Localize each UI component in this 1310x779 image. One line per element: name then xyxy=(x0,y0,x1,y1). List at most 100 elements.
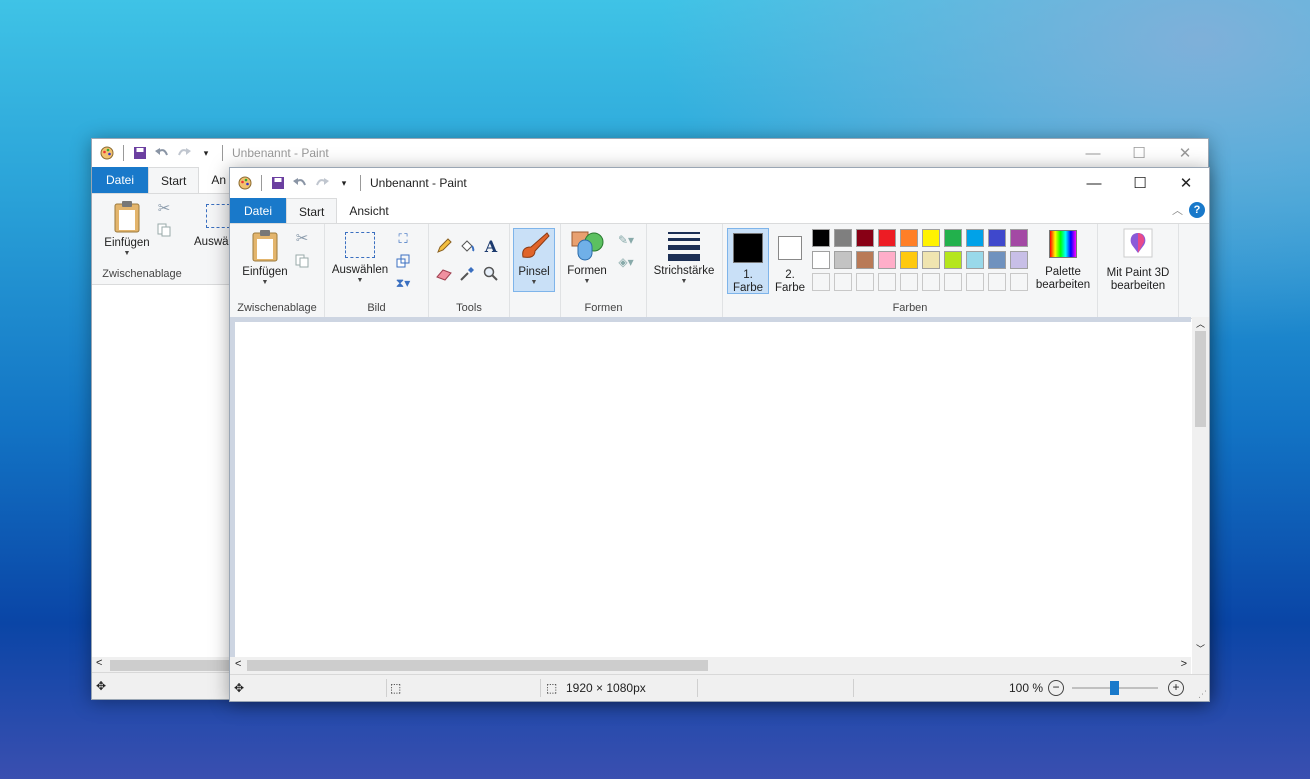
palette-empty-swatch[interactable] xyxy=(900,273,918,291)
magnifier-icon[interactable] xyxy=(481,264,501,284)
copy-icon[interactable] xyxy=(292,251,312,271)
palette-color-swatch[interactable] xyxy=(812,229,830,247)
customize-quick-access-icon[interactable]: ▾ xyxy=(335,174,353,192)
paint-window[interactable]: ▾ Unbenannt - Paint — ☐ ✕ Datei Start An… xyxy=(229,167,1210,702)
scroll-up-icon[interactable]: ︿ xyxy=(1196,317,1205,330)
save-icon[interactable] xyxy=(131,144,149,162)
tools-group-label: Tools xyxy=(456,302,482,314)
resize-icon[interactable] xyxy=(393,251,413,271)
color-picker-icon[interactable] xyxy=(457,264,477,284)
tab-view[interactable]: Ansicht xyxy=(337,198,400,224)
palette-empty-swatch[interactable] xyxy=(966,273,984,291)
color1-button[interactable]: 1. Farbe xyxy=(727,228,769,294)
fill-bucket-icon[interactable] xyxy=(457,236,477,256)
edit-colors-button[interactable]: Palette bearbeiten xyxy=(1031,228,1095,292)
zoom-slider-thumb[interactable] xyxy=(1110,681,1119,695)
minimize-button[interactable]: — xyxy=(1070,139,1116,167)
palette-empty-swatch[interactable] xyxy=(922,273,940,291)
palette-color-swatch[interactable] xyxy=(988,229,1006,247)
tab-start[interactable]: Start xyxy=(286,198,338,225)
pencil-icon[interactable] xyxy=(434,236,454,256)
image-group: Auswählen ▼ ⛶ ⧗▾ Bild xyxy=(325,224,429,318)
scroll-left-icon[interactable]: < xyxy=(235,658,241,670)
back-horizontal-scrollbar[interactable]: < xyxy=(92,657,232,673)
palette-color-swatch[interactable] xyxy=(900,229,918,247)
palette-color-swatch[interactable] xyxy=(944,251,962,269)
minimize-button[interactable]: — xyxy=(1071,168,1117,198)
select-button[interactable] xyxy=(206,204,230,228)
palette-empty-swatch[interactable] xyxy=(944,273,962,291)
scroll-right-icon[interactable]: > xyxy=(1181,658,1187,670)
palette-color-swatch[interactable] xyxy=(834,229,852,247)
resize-grip-icon[interactable]: ⋰ xyxy=(1198,689,1207,700)
shapes-button[interactable]: Formen ▼ xyxy=(565,228,609,285)
titlebar[interactable]: ▾ Unbenannt - Paint — ☐ ✕ xyxy=(230,168,1209,198)
redo-icon[interactable] xyxy=(313,174,331,192)
palette-empty-swatch[interactable] xyxy=(812,273,830,291)
tab-file[interactable]: Datei xyxy=(230,198,287,224)
palette-empty-swatch[interactable] xyxy=(878,273,896,291)
close-button[interactable]: ✕ xyxy=(1163,168,1209,198)
palette-color-swatch[interactable] xyxy=(944,229,962,247)
palette-color-swatch[interactable] xyxy=(1010,229,1028,247)
palette-empty-swatch[interactable] xyxy=(1010,273,1028,291)
zoom-out-icon[interactable]: − xyxy=(1048,680,1064,696)
palette-empty-swatch[interactable] xyxy=(834,273,852,291)
zoom-in-icon[interactable]: + xyxy=(1168,680,1184,696)
redo-icon[interactable] xyxy=(175,144,193,162)
back-titlebar[interactable]: ▾ Unbenannt - Paint — ☐ ✕ xyxy=(92,139,1208,167)
palette-color-swatch[interactable] xyxy=(900,251,918,269)
customize-quick-access-icon[interactable]: ▾ xyxy=(197,144,215,162)
palette-color-swatch[interactable] xyxy=(922,251,940,269)
maximize-button[interactable]: ☐ xyxy=(1116,139,1162,167)
maximize-button[interactable]: ☐ xyxy=(1117,168,1163,198)
scroll-down-icon[interactable]: ﹀ xyxy=(1196,642,1205,655)
paste-button[interactable]: Einfügen ▼ xyxy=(238,229,292,286)
palette-color-swatch[interactable] xyxy=(966,251,984,269)
help-icon[interactable]: ? xyxy=(1189,202,1205,218)
text-tool-icon[interactable]: A xyxy=(481,236,501,256)
vertical-scrollbar-thumb[interactable] xyxy=(1195,331,1206,427)
back-canvas[interactable] xyxy=(97,289,237,655)
scrollbar-thumb[interactable] xyxy=(110,660,230,671)
palette-color-swatch[interactable] xyxy=(988,251,1006,269)
cut-icon[interactable]: ✂ xyxy=(292,228,312,248)
tab-file[interactable]: Datei xyxy=(92,167,149,193)
save-icon[interactable] xyxy=(269,174,287,192)
undo-icon[interactable] xyxy=(153,144,171,162)
select-button[interactable]: Auswählen ▼ xyxy=(330,232,390,284)
palette-color-swatch[interactable] xyxy=(812,251,830,269)
zoom-slider[interactable] xyxy=(1072,681,1158,695)
palette-color-swatch[interactable] xyxy=(856,251,874,269)
outline-icon[interactable]: ✎▾ xyxy=(613,230,639,250)
horizontal-scrollbar[interactable]: < > xyxy=(230,657,1191,674)
palette-color-swatch[interactable] xyxy=(878,251,896,269)
paste-button[interactable]: Einfügen ▼ xyxy=(102,200,152,257)
palette-color-swatch[interactable] xyxy=(856,229,874,247)
rotate-icon[interactable]: ⧗▾ xyxy=(393,273,413,293)
palette-color-swatch[interactable] xyxy=(834,251,852,269)
fill-icon[interactable]: ◈▾ xyxy=(613,252,639,272)
palette-empty-swatch[interactable] xyxy=(988,273,1006,291)
palette-empty-swatch[interactable] xyxy=(856,273,874,291)
palette-color-swatch[interactable] xyxy=(1010,251,1028,269)
eraser-icon[interactable] xyxy=(434,264,454,284)
cut-icon[interactable]: ✂ xyxy=(154,198,174,218)
tab-start[interactable]: Start xyxy=(148,167,200,194)
paint3d-button[interactable]: Mit Paint 3D bearbeiten xyxy=(1100,228,1176,293)
crop-icon[interactable]: ⛶ xyxy=(393,229,413,249)
palette-color-swatch[interactable] xyxy=(878,229,896,247)
drawing-canvas[interactable] xyxy=(235,322,1191,657)
close-button[interactable]: ✕ xyxy=(1162,139,1208,167)
undo-icon[interactable] xyxy=(291,174,309,192)
vertical-scrollbar[interactable]: ︿ ﹀ xyxy=(1192,317,1209,657)
scroll-left-icon[interactable]: < xyxy=(96,657,102,669)
copy-icon[interactable] xyxy=(154,220,174,240)
palette-color-swatch[interactable] xyxy=(966,229,984,247)
color2-button[interactable]: 2. Farbe xyxy=(771,228,809,294)
stroke-width-button[interactable]: Strichstärke ▼ xyxy=(651,232,717,285)
horizontal-scrollbar-thumb[interactable] xyxy=(247,660,708,671)
palette-color-swatch[interactable] xyxy=(922,229,940,247)
brushes-button[interactable]: Pinsel ▼ xyxy=(513,228,555,292)
collapse-ribbon-icon[interactable]: ︿ xyxy=(1172,202,1183,218)
